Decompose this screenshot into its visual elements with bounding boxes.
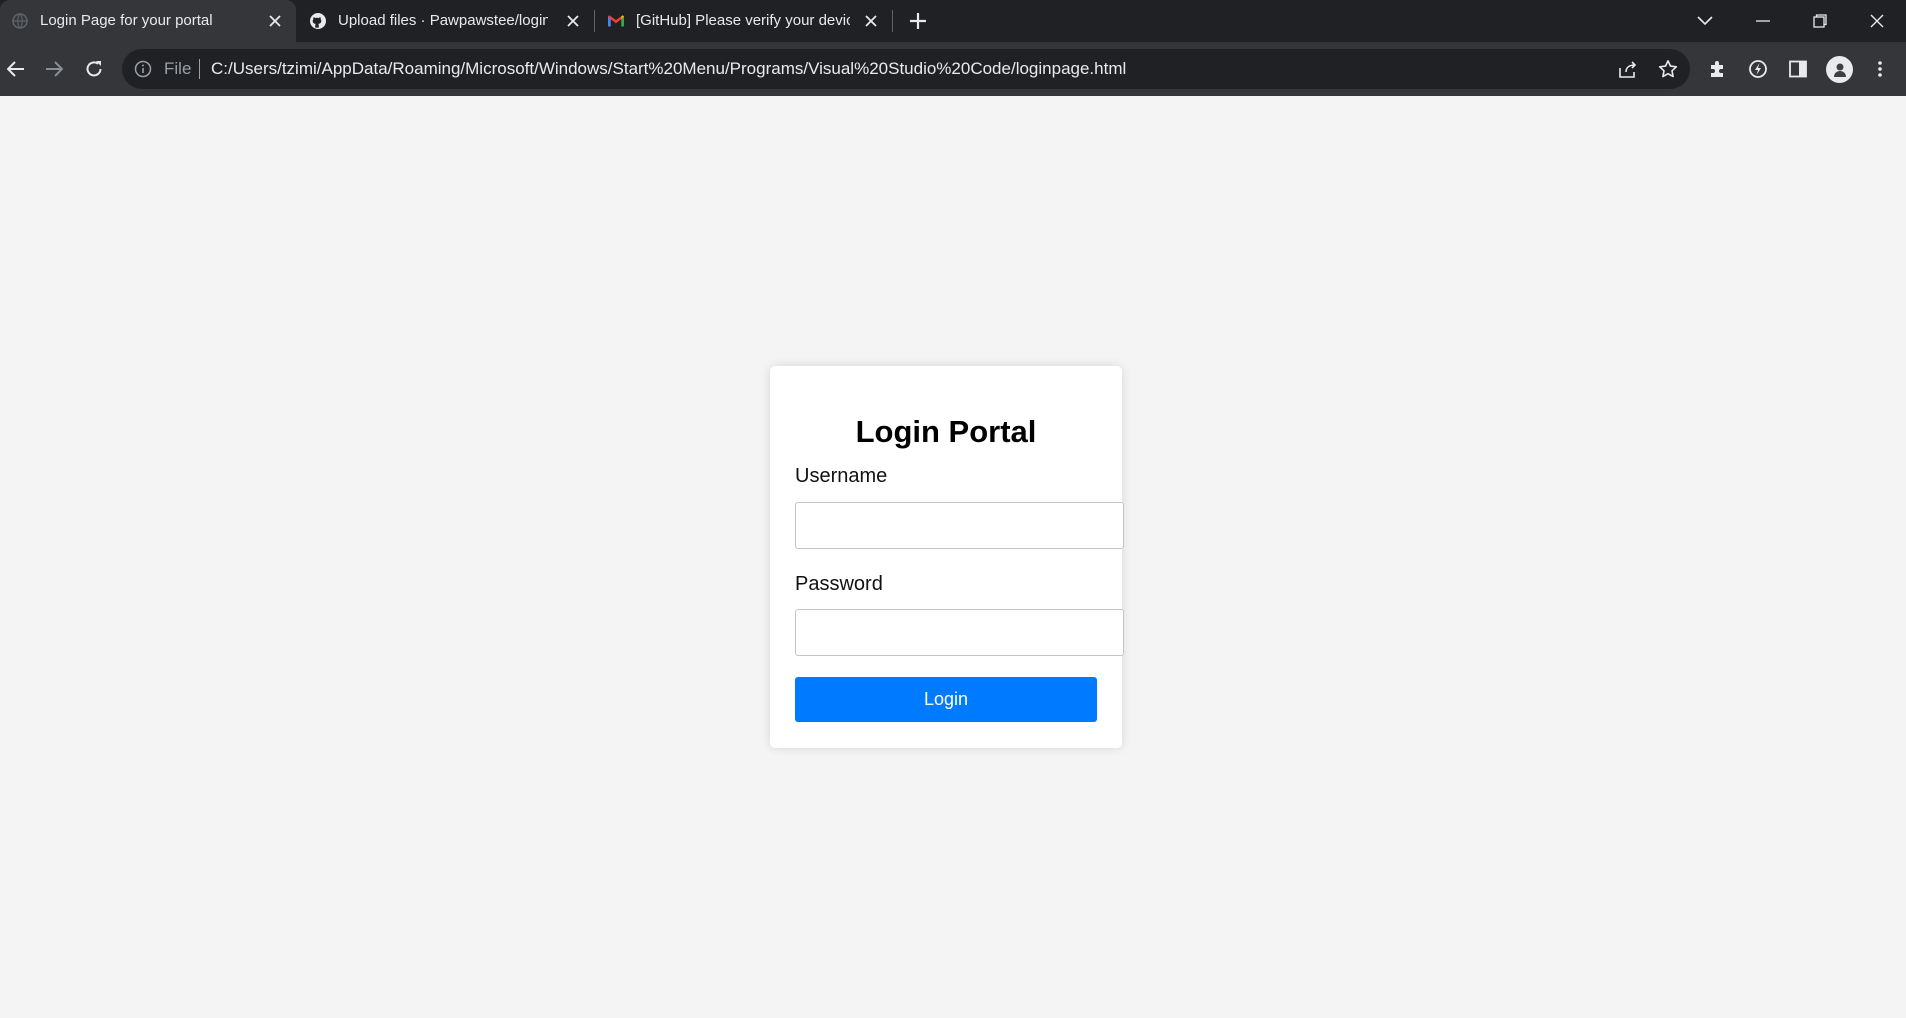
new-tab-icon[interactable] — [906, 9, 930, 33]
address-bar[interactable]: File C:/Users/tzimi/AppData/Roaming/Micr… — [122, 49, 1690, 89]
login-card: Login Portal Username Password Login — [770, 366, 1124, 748]
info-icon[interactable] — [134, 60, 152, 78]
restore-icon[interactable] — [1805, 6, 1835, 36]
browser-toolbar: File C:/Users/tzimi/AppData/Roaming/Micr… — [0, 42, 1906, 96]
tab-title: Login Page for your portal — [40, 12, 213, 29]
minimize-icon[interactable] — [1748, 6, 1778, 36]
username-label: Username — [795, 465, 888, 487]
side-panel-icon[interactable] — [1786, 57, 1810, 81]
back-icon[interactable] — [0, 53, 32, 85]
github-icon — [310, 13, 326, 29]
tab-separator — [594, 10, 595, 32]
tab-login-page[interactable]: Login Page for your portal — [0, 0, 296, 42]
tab-github-verify[interactable]: [GitHub] Please verify your devic — [596, 0, 892, 42]
url-text[interactable]: C:/Users/tzimi/AppData/Roaming/Microsoft… — [211, 59, 1126, 79]
close-tab-icon[interactable] — [862, 12, 880, 30]
close-window-icon[interactable] — [1862, 6, 1892, 36]
performance-icon[interactable] — [1746, 57, 1770, 81]
password-label: Password — [795, 573, 883, 595]
menu-kebab-icon[interactable] — [1868, 57, 1892, 81]
globe-icon — [12, 13, 28, 29]
login-button[interactable]: Login — [795, 677, 1097, 722]
tab-title: Upload files · Pawpawstee/login — [338, 12, 548, 29]
page-viewport: Login Portal Username Password Login — [0, 96, 1906, 1018]
bookmark-star-icon[interactable] — [1657, 58, 1679, 80]
reload-icon[interactable] — [78, 53, 110, 85]
tab-search-chevron-icon[interactable] — [1690, 6, 1720, 36]
extensions-icon[interactable] — [1706, 57, 1730, 81]
scheme-label: File — [164, 59, 192, 78]
page-title: Login Portal — [855, 414, 1037, 449]
address-divider — [199, 59, 200, 79]
close-tab-icon[interactable] — [266, 12, 284, 30]
username-input[interactable] — [795, 502, 1124, 549]
gmail-icon — [608, 13, 624, 29]
profile-avatar-icon[interactable] — [1826, 56, 1853, 83]
share-icon[interactable] — [1617, 58, 1639, 80]
tab-upload-files[interactable]: Upload files · Pawpawstee/login — [298, 0, 594, 42]
close-tab-icon[interactable] — [564, 12, 582, 30]
tab-separator — [892, 10, 893, 32]
tab-title: [GitHub] Please verify your devic — [636, 12, 850, 29]
password-input[interactable] — [795, 609, 1124, 656]
tab-strip: Login Page for your portal Upload files … — [0, 0, 1906, 42]
forward-icon[interactable] — [38, 53, 70, 85]
